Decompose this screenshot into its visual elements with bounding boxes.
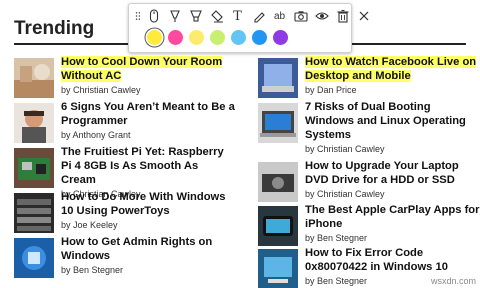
article-author: by Christian Cawley bbox=[305, 189, 385, 199]
article-title[interactable]: How to Watch Facebook Live on Desktop an… bbox=[305, 55, 480, 83]
highlighter-icon[interactable] bbox=[185, 7, 206, 25]
close-icon[interactable] bbox=[353, 7, 374, 25]
article-item[interactable]: How to Watch Facebook Live on Desktop an… bbox=[258, 55, 477, 99]
trash-icon[interactable] bbox=[332, 7, 353, 25]
page: Trending How to Cool Down Your Room With… bbox=[0, 0, 480, 288]
text-icon[interactable]: T bbox=[227, 7, 248, 25]
article-thumbnail[interactable] bbox=[14, 193, 54, 233]
article-author: by Joe Keeley bbox=[61, 220, 118, 230]
color-swatch-light-yellow[interactable] bbox=[189, 30, 204, 45]
article-thumbnail[interactable] bbox=[258, 162, 298, 202]
color-swatch-blue[interactable] bbox=[252, 30, 267, 45]
color-swatch-purple[interactable] bbox=[273, 30, 288, 45]
color-palette bbox=[147, 30, 294, 45]
article-item[interactable]: The Best Apple CarPlay Apps for iPhone b… bbox=[258, 203, 479, 247]
article-title[interactable]: The Best Apple CarPlay Apps for iPhone bbox=[305, 203, 480, 231]
article-author: by Ben Stegner bbox=[305, 233, 368, 243]
color-swatch-light-blue[interactable] bbox=[231, 30, 246, 45]
mouse-icon[interactable] bbox=[143, 7, 164, 25]
article-author: by Christian Cawley bbox=[61, 85, 141, 95]
annotation-toolbar: T ab bbox=[128, 3, 368, 53]
article-author: by Ben Stegner bbox=[61, 265, 124, 275]
article-author: by Christian Cawley bbox=[305, 144, 385, 154]
article-title[interactable]: How to Do More With Windows 10 Using Pow… bbox=[61, 190, 236, 218]
article-title[interactable]: The Fruitiest Pi Yet: Raspberry Pi 4 8GB… bbox=[61, 145, 236, 187]
article-thumbnail[interactable] bbox=[258, 103, 298, 143]
drag-handle-icon[interactable] bbox=[133, 7, 143, 25]
article-item[interactable]: 6 Signs You Aren’t Meant to Be a Program… bbox=[14, 100, 235, 144]
color-swatch-light-green[interactable] bbox=[210, 30, 225, 45]
article-author: by Dan Price bbox=[305, 85, 357, 95]
article-thumbnail[interactable] bbox=[14, 148, 54, 188]
article-thumbnail[interactable] bbox=[258, 249, 298, 288]
eye-icon[interactable] bbox=[311, 7, 332, 25]
article-title[interactable]: 7 Risks of Dual Booting Windows and Linu… bbox=[305, 100, 480, 142]
article-thumbnail[interactable] bbox=[14, 238, 54, 278]
camera-icon[interactable] bbox=[290, 7, 311, 25]
article-title[interactable]: 6 Signs You Aren’t Meant to Be a Program… bbox=[61, 100, 236, 128]
color-swatch-pink[interactable] bbox=[168, 30, 183, 45]
article-thumbnail[interactable] bbox=[258, 206, 298, 246]
eraser-icon[interactable] bbox=[206, 7, 227, 25]
article-thumbnail[interactable] bbox=[14, 58, 54, 98]
article-title[interactable]: How to Get Admin Rights on Windows bbox=[61, 235, 236, 263]
article-title[interactable]: How to Fix Error Code 0x80070422 in Wind… bbox=[305, 246, 480, 274]
article-title[interactable]: How to Upgrade Your Laptop DVD Drive for… bbox=[305, 159, 480, 187]
spellcheck-icon[interactable]: ab bbox=[269, 7, 290, 25]
watermark-text: wsxdn.com bbox=[430, 276, 476, 286]
color-swatch-yellow[interactable] bbox=[147, 30, 162, 45]
pen-icon[interactable] bbox=[164, 7, 185, 25]
article-item[interactable]: How to Upgrade Your Laptop DVD Drive for… bbox=[258, 159, 474, 203]
pencil-icon[interactable] bbox=[248, 7, 269, 25]
article-item[interactable]: 7 Risks of Dual Booting Windows and Linu… bbox=[258, 100, 474, 154]
article-author: by Anthony Grant bbox=[61, 130, 131, 140]
article-title[interactable]: How to Cool Down Your Room Without AC bbox=[61, 55, 236, 83]
section-heading: Trending bbox=[14, 18, 95, 39]
article-item[interactable]: How to Cool Down Your Room Without AC by… bbox=[14, 55, 230, 99]
article-item[interactable]: How to Do More With Windows 10 Using Pow… bbox=[14, 190, 230, 234]
article-item[interactable]: The Fruitiest Pi Yet: Raspberry Pi 4 8GB… bbox=[14, 145, 230, 199]
article-item[interactable]: How to Get Admin Rights on Windows by Be… bbox=[14, 235, 230, 279]
article-thumbnail[interactable] bbox=[258, 58, 298, 98]
article-thumbnail[interactable] bbox=[14, 103, 54, 143]
